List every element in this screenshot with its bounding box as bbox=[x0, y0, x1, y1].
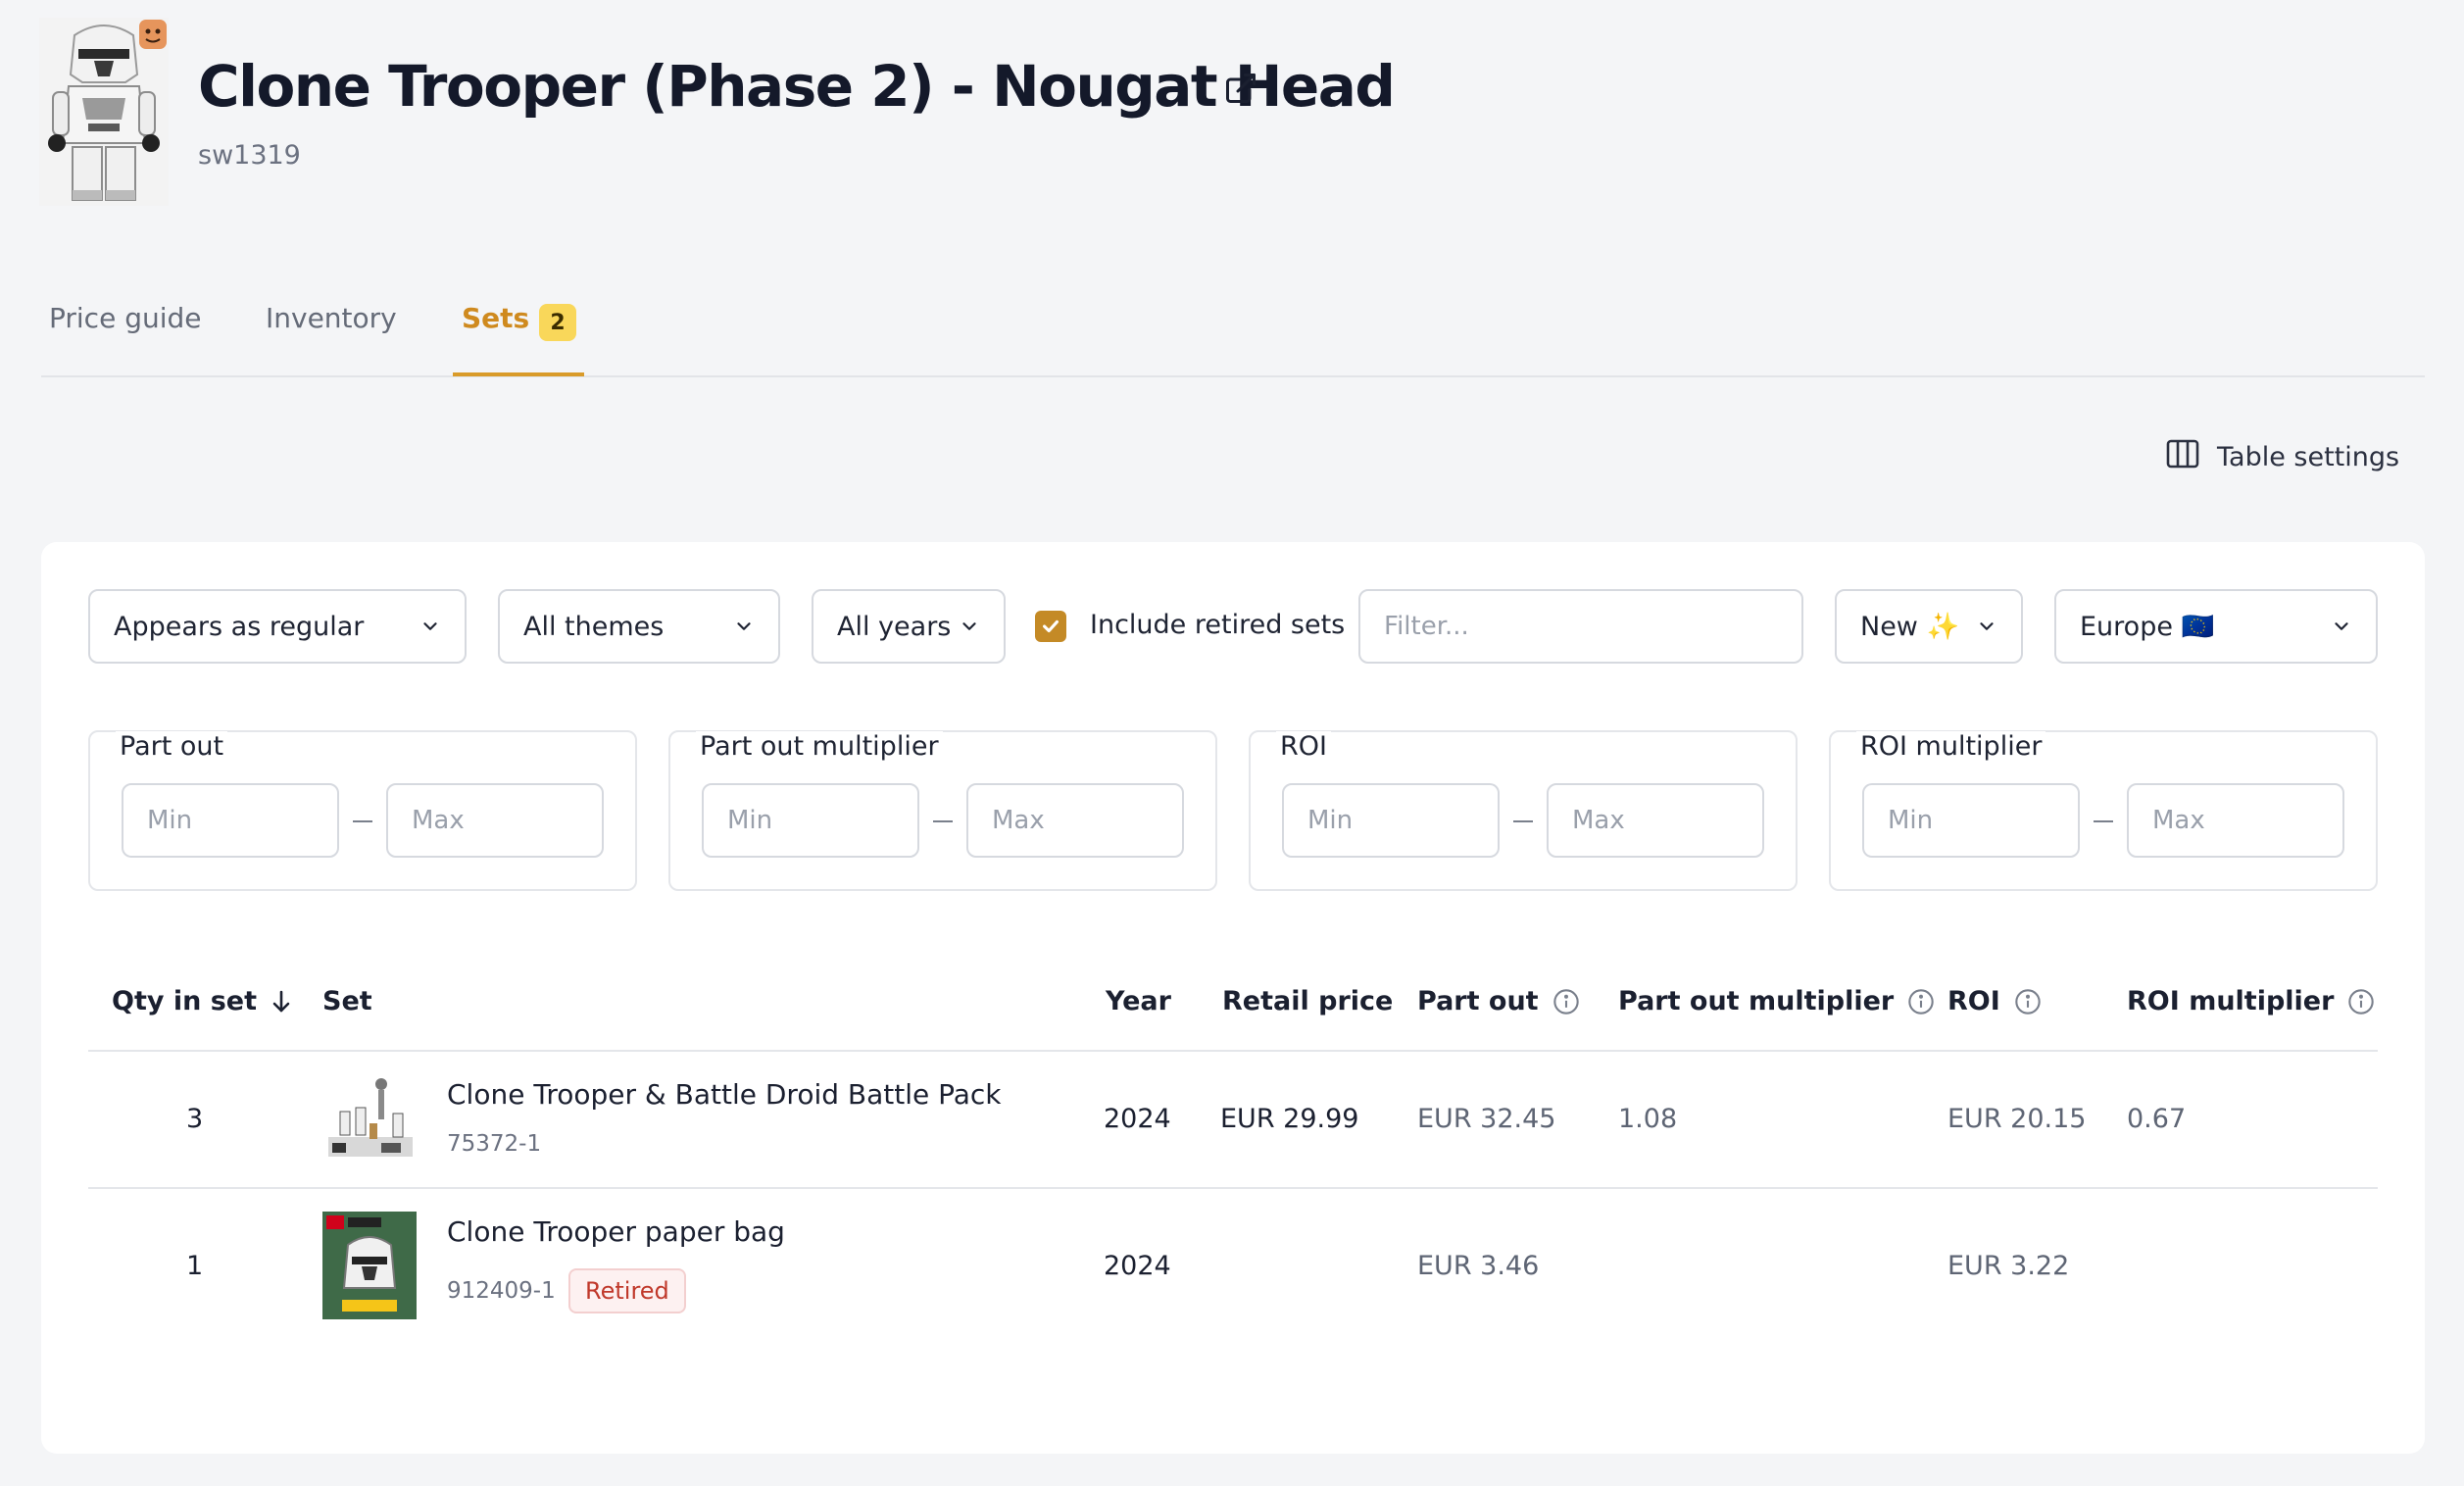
include-retired-label[interactable]: Include retired sets bbox=[1090, 610, 1345, 640]
table-header-divider bbox=[88, 1050, 2378, 1052]
column-header-roi-label: ROI bbox=[1947, 986, 2000, 1016]
column-header-part-out[interactable]: Part out bbox=[1417, 986, 1580, 1016]
column-header-part-out-label: Part out bbox=[1417, 986, 1539, 1016]
part-out-min-input[interactable] bbox=[122, 783, 339, 858]
column-header-year-label: Year bbox=[1106, 986, 1171, 1016]
range-dash bbox=[933, 820, 953, 822]
tab-price-guide[interactable]: Price guide bbox=[49, 302, 202, 334]
row-1-set-number: 75372-1 bbox=[447, 1131, 542, 1157]
range-dash bbox=[353, 820, 372, 822]
info-icon[interactable] bbox=[2014, 988, 2042, 1015]
row-2-roi: EUR 3.22 bbox=[1947, 1251, 2070, 1281]
appearance-select-value: Appears as regular bbox=[114, 611, 365, 642]
chevron-down-icon bbox=[423, 622, 437, 630]
row-1-roi-multiplier: 0.67 bbox=[2127, 1104, 2187, 1134]
info-icon[interactable] bbox=[1907, 988, 1935, 1015]
column-header-retail-price-label: Retail price bbox=[1222, 986, 1394, 1016]
column-header-set[interactable]: Set bbox=[322, 986, 372, 1016]
part-out-multiplier-max-input[interactable] bbox=[966, 783, 1184, 858]
retired-badge: Retired bbox=[568, 1268, 686, 1313]
row-1-part-out: EUR 32.45 bbox=[1417, 1104, 1556, 1134]
part-out-max-input[interactable] bbox=[386, 783, 604, 858]
tab-divider bbox=[41, 375, 2425, 377]
row-1-part-out-multiplier: 1.08 bbox=[1618, 1104, 1678, 1134]
chevron-down-icon bbox=[1980, 622, 1994, 630]
column-header-part-out-multiplier-label: Part out multiplier bbox=[1618, 986, 1895, 1016]
theme-select[interactable]: All themes bbox=[498, 589, 780, 664]
row-1-roi: EUR 20.15 bbox=[1947, 1104, 2087, 1134]
row-1-retail-price: EUR 29.99 bbox=[1220, 1104, 1359, 1134]
range-dash bbox=[2094, 820, 2113, 822]
row-2-set-number: 912409-1 bbox=[447, 1278, 556, 1304]
column-header-qty[interactable]: Qty in set bbox=[112, 986, 292, 1016]
roi-max-input[interactable] bbox=[1547, 783, 1764, 858]
tab-inventory[interactable]: Inventory bbox=[266, 302, 397, 334]
set-thumbnail-75372[interactable] bbox=[322, 1074, 419, 1164]
appearance-select[interactable]: Appears as regular bbox=[88, 589, 467, 664]
sort-descending-icon bbox=[272, 990, 290, 1012]
info-icon[interactable] bbox=[2347, 988, 2375, 1015]
tab-sets-count-badge: 2 bbox=[539, 304, 576, 341]
condition-select-value: New ✨ bbox=[1860, 612, 1960, 642]
region-select[interactable]: Europe 🇪🇺 bbox=[2054, 589, 2378, 664]
column-header-set-label: Set bbox=[322, 986, 372, 1016]
roi-range-label: ROI bbox=[1276, 731, 1331, 762]
range-dash bbox=[1513, 820, 1533, 822]
roi-multiplier-min-input[interactable] bbox=[1862, 783, 2080, 858]
part-out-multiplier-min-input[interactable] bbox=[702, 783, 919, 858]
column-header-roi-multiplier-label: ROI multiplier bbox=[2127, 986, 2335, 1016]
years-select-value: All years bbox=[837, 611, 952, 642]
columns-icon bbox=[2166, 439, 2199, 475]
row-2-set-name[interactable]: Clone Trooper paper bag bbox=[447, 1215, 785, 1248]
table-settings-button[interactable]: Table settings bbox=[2166, 439, 2399, 475]
item-id: sw1319 bbox=[198, 140, 301, 171]
chevron-down-icon bbox=[737, 622, 751, 630]
minifigure-image bbox=[39, 18, 169, 206]
region-select-value: Europe 🇪🇺 bbox=[2080, 612, 2215, 642]
roi-multiplier-max-input[interactable] bbox=[2127, 783, 2344, 858]
row-2-part-out: EUR 3.46 bbox=[1417, 1251, 1540, 1281]
row-divider bbox=[88, 1187, 2378, 1189]
chevron-down-icon bbox=[962, 622, 976, 630]
row-1-qty: 3 bbox=[186, 1104, 204, 1134]
column-header-part-out-multiplier[interactable]: Part out multiplier bbox=[1618, 986, 1935, 1016]
column-header-qty-label: Qty in set bbox=[112, 986, 258, 1016]
table-settings-label: Table settings bbox=[2217, 442, 2400, 472]
column-header-roi[interactable]: ROI bbox=[1947, 986, 2042, 1016]
column-header-retail-price[interactable]: Retail price bbox=[1222, 986, 1393, 1016]
condition-select[interactable]: New ✨ bbox=[1835, 589, 2023, 664]
row-1-set-name[interactable]: Clone Trooper & Battle Droid Battle Pack bbox=[447, 1078, 1002, 1111]
page-title: Clone Trooper (Phase 2) - Nougat Head bbox=[198, 53, 1396, 120]
chevron-down-icon bbox=[2335, 622, 2348, 630]
row-1-year: 2024 bbox=[1104, 1104, 1171, 1134]
include-retired-checkbox[interactable] bbox=[1035, 611, 1066, 642]
filter-input[interactable] bbox=[1358, 589, 1803, 664]
roi-min-input[interactable] bbox=[1282, 783, 1500, 858]
row-2-year: 2024 bbox=[1104, 1251, 1171, 1281]
info-icon[interactable] bbox=[1552, 988, 1580, 1015]
column-header-roi-multiplier[interactable]: ROI multiplier bbox=[2127, 986, 2375, 1016]
external-link-icon[interactable] bbox=[1223, 71, 1258, 106]
part-out-range-label: Part out bbox=[116, 731, 228, 762]
set-thumbnail-912409[interactable] bbox=[322, 1212, 417, 1319]
years-select[interactable]: All years bbox=[812, 589, 1006, 664]
roi-multiplier-range-label: ROI multiplier bbox=[1856, 731, 2046, 762]
active-tab-indicator bbox=[453, 372, 584, 376]
theme-select-value: All themes bbox=[523, 611, 665, 642]
column-header-year[interactable]: Year bbox=[1106, 986, 1171, 1016]
part-out-multiplier-range-label: Part out multiplier bbox=[696, 731, 943, 762]
check-icon bbox=[1043, 619, 1059, 633]
row-2-qty: 1 bbox=[186, 1251, 204, 1281]
tab-sets[interactable]: Sets bbox=[462, 302, 529, 334]
